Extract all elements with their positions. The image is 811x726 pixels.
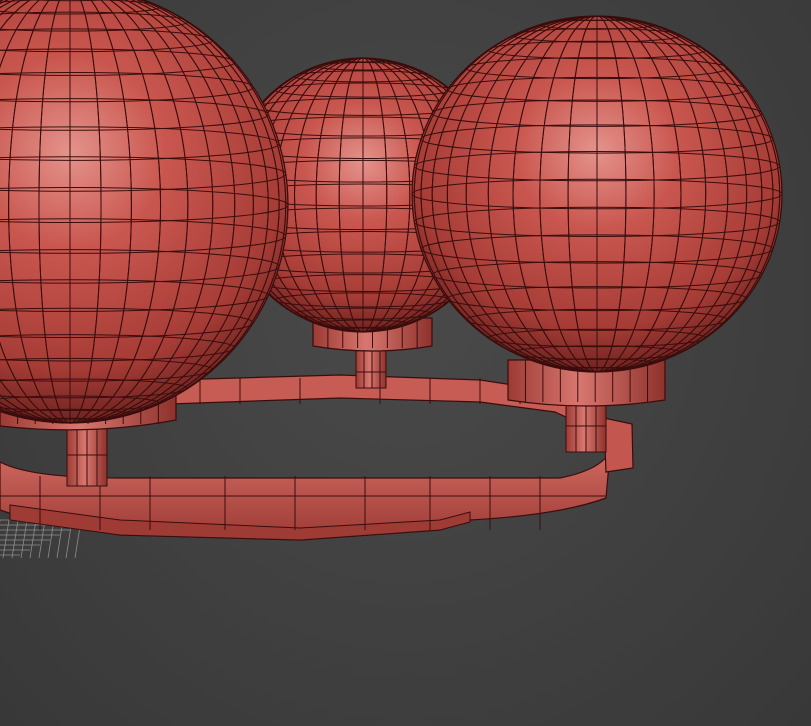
sphere-right[interactable] [411,15,783,373]
stem-left[interactable] [66,427,108,487]
3d-viewport[interactable] [0,0,811,726]
stem-back[interactable] [355,347,387,389]
stem-right[interactable] [565,399,607,453]
scene-canvas[interactable] [0,0,811,726]
sphere-left[interactable] [0,0,289,424]
